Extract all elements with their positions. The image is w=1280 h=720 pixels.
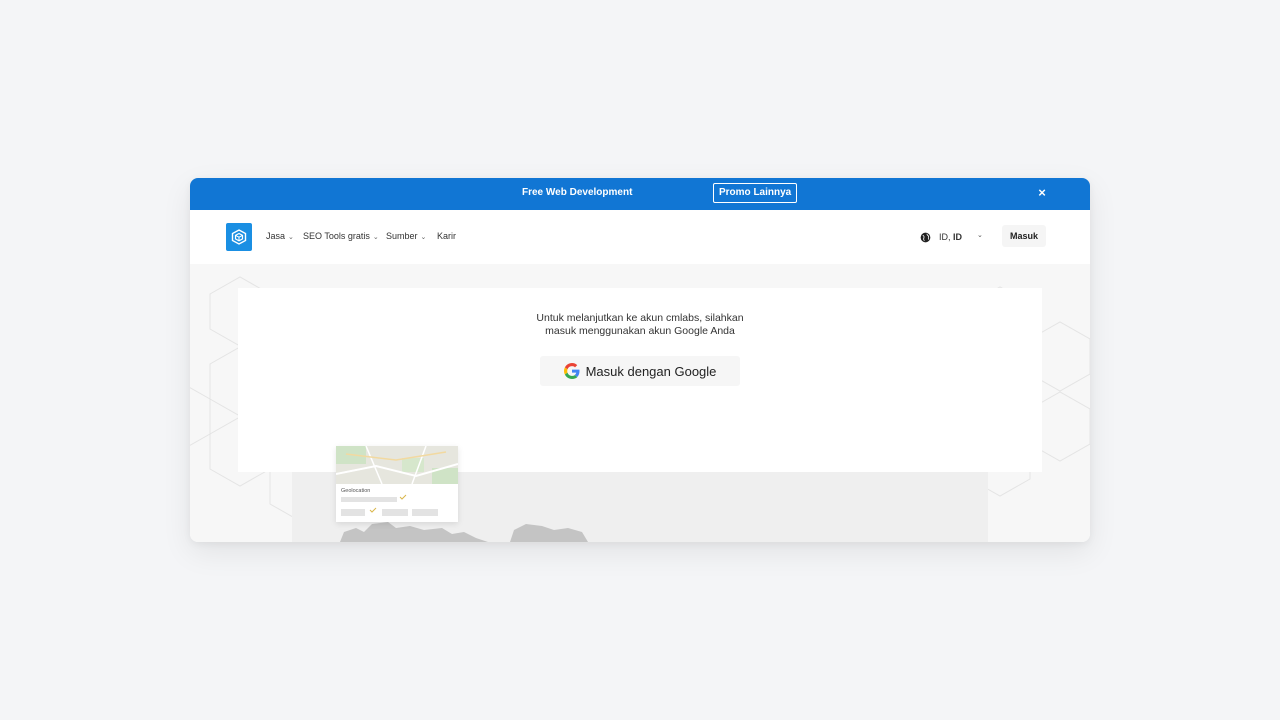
promo-text: Free Web Development <box>522 187 633 198</box>
map-thumbnail <box>336 446 458 484</box>
login-message: Untuk melanjutkan ke akun cmlabs, silahk… <box>536 312 744 337</box>
promo-more-button[interactable]: Promo Lainnya <box>713 183 798 203</box>
chevron-down-icon: ⌄ <box>288 234 294 241</box>
language-selector[interactable]: ID, ID <box>920 230 962 244</box>
preview-card-rows <box>341 494 438 516</box>
lang-prefix: ID, <box>939 232 951 242</box>
nav-item-sumber[interactable]: Sumber ⌄ <box>386 231 426 241</box>
navbar: Jasa ⌄ SEO Tools gratis ⌄ Sumber ⌄ Karir ID… <box>190 210 1090 264</box>
lang-code: ID <box>953 232 963 242</box>
globe-icon <box>920 232 931 242</box>
nav-item-label: Sumber <box>386 231 418 241</box>
nav-item-karir[interactable]: Karir <box>437 231 456 241</box>
main-content: Untuk melanjutkan ke akun cmlabs, silahk… <box>190 264 1090 542</box>
google-login-button[interactable]: Masuk dengan Google <box>540 356 740 386</box>
nav-item-label: SEO Tools gratis <box>303 231 370 241</box>
chevron-down-icon[interactable]: ⌄ <box>977 231 983 239</box>
chevron-down-icon: ⌄ <box>420 234 427 241</box>
cube-logo-icon[interactable] <box>226 223 252 251</box>
google-icon <box>563 363 580 379</box>
nav-item-label: Karir <box>437 231 457 241</box>
nav-item-label: Jasa <box>266 231 286 241</box>
nav-item-jasa[interactable]: Jasa ⌄ <box>266 231 294 241</box>
geolocation-preview-card: Geolocation <box>336 446 458 522</box>
promo-banner: Free Web Development Promo Lainnya × <box>190 178 1090 210</box>
browser-window: Free Web Development Promo Lainnya × Jas… <box>190 178 1090 542</box>
close-icon[interactable]: × <box>1035 185 1049 201</box>
google-button-label: Masuk dengan Google <box>585 363 717 379</box>
nav-item-seo-tools[interactable]: SEO Tools gratis ⌄ <box>303 231 379 241</box>
login-button[interactable]: Masuk <box>1002 225 1046 247</box>
chevron-down-icon: ⌄ <box>372 234 379 241</box>
